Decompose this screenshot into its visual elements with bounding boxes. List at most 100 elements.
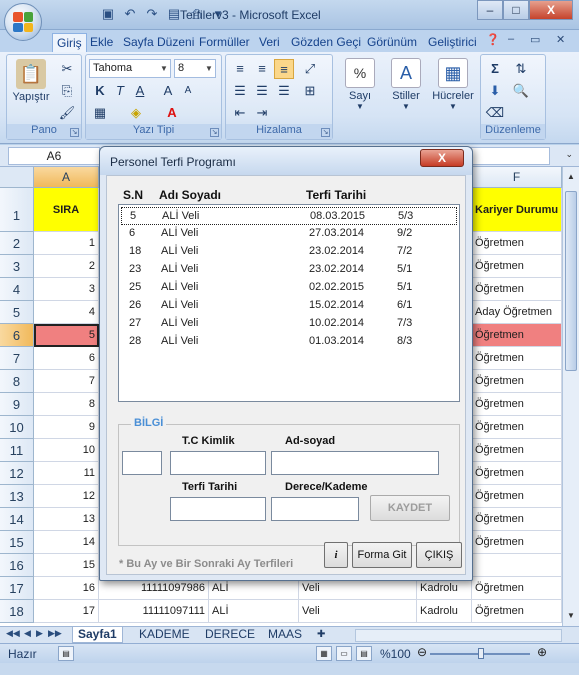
last-sheet-icon[interactable]: ▶▶ xyxy=(48,628,62,639)
sheet-tab-maas[interactable]: MAAS xyxy=(263,627,307,643)
cell-sira[interactable]: 16 xyxy=(34,577,99,600)
cell-sira[interactable]: 14 xyxy=(34,531,99,554)
dialog-close-button[interactable]: X xyxy=(420,149,464,167)
next-sheet-icon[interactable]: ▶ xyxy=(36,628,43,639)
row-header[interactable]: 2 xyxy=(0,232,34,255)
borders-icon[interactable]: ▦ xyxy=(90,103,110,123)
copy-icon[interactable]: ⎘ xyxy=(57,81,77,101)
row-header[interactable]: 6 xyxy=(0,324,34,347)
cell-sira[interactable]: 10 xyxy=(34,439,99,462)
sheet-tab-derece[interactable]: DERECE xyxy=(200,627,260,643)
cell-sira[interactable]: 9 xyxy=(34,416,99,439)
list-item[interactable]: 5 ALİ Veli 08.03.2015 5/3 xyxy=(121,207,457,225)
tc-field[interactable] xyxy=(170,451,266,475)
zoom-in-icon[interactable]: ⊕ xyxy=(534,646,550,661)
cell-sira[interactable]: 15 xyxy=(34,554,99,577)
list-item[interactable]: 27 ALİ Veli 10.02.2014 7/3 xyxy=(121,315,457,333)
cell-sira[interactable]: 6 xyxy=(34,347,99,370)
autosum-icon[interactable]: Σ xyxy=(485,59,505,79)
cell-kariyer[interactable]: Öğretmen xyxy=(472,416,562,439)
sort-filter-icon[interactable]: ⇅ xyxy=(511,59,531,79)
decrease-indent-icon[interactable]: ⇤ xyxy=(230,103,250,123)
column-header-a[interactable]: A xyxy=(34,167,99,188)
cell-kariyer[interactable]: Öğretmen xyxy=(472,255,562,278)
tab-formulas[interactable]: Formüller xyxy=(195,33,254,52)
align-center-icon[interactable]: ☰ xyxy=(252,81,272,101)
bold-button[interactable]: K xyxy=(90,81,110,101)
cell-sira[interactable]: 13 xyxy=(34,508,99,531)
align-top-icon[interactable]: ≡ xyxy=(230,59,250,79)
cell-status[interactable]: Kadrolu xyxy=(417,600,472,623)
cell-kariyer[interactable]: Öğretmen xyxy=(472,600,562,623)
cell-kariyer[interactable]: Öğretmen xyxy=(472,577,562,600)
ribbon-restore-icon[interactable]: ▭ xyxy=(530,33,540,46)
font-size-combo[interactable]: 8 ▼ xyxy=(174,59,216,78)
cell-sira[interactable]: 2 xyxy=(34,255,99,278)
align-left-icon[interactable]: ☰ xyxy=(230,81,250,101)
scroll-up-icon[interactable]: ▲ xyxy=(563,169,579,185)
increase-indent-icon[interactable]: ⇥ xyxy=(252,103,272,123)
zoom-out-icon[interactable]: ⊖ xyxy=(414,646,430,661)
cell-kariyer[interactable]: Öğretmen xyxy=(472,324,562,347)
align-bottom-icon[interactable]: ≡ xyxy=(274,59,294,79)
cell-kariyer[interactable]: Öğretmen xyxy=(472,232,562,255)
save-icon[interactable]: ▣ xyxy=(100,6,116,22)
format-painter-icon[interactable]: 🖌 xyxy=(57,103,77,123)
row-header[interactable]: 13 xyxy=(0,485,34,508)
header-cell-kariyer[interactable]: Kariyer Durumu xyxy=(472,188,562,232)
cell-kariyer[interactable]: Öğretmen xyxy=(472,485,562,508)
cell-kariyer[interactable]: Öğretmen xyxy=(472,347,562,370)
cell-kariyer[interactable] xyxy=(472,554,562,577)
fill-color-icon[interactable]: ◈ xyxy=(126,103,146,123)
row-header[interactable]: 15 xyxy=(0,531,34,554)
expand-formula-icon[interactable]: ⌄ xyxy=(565,149,573,160)
insert-sheet-icon[interactable]: ✚ xyxy=(312,627,330,643)
ribbon-close-icon[interactable]: ✕ xyxy=(556,33,565,46)
name-box[interactable]: A6 xyxy=(8,147,100,165)
horizontal-scrollbar[interactable] xyxy=(355,629,562,642)
zoom-slider[interactable] xyxy=(430,648,530,659)
column-header-f[interactable]: F xyxy=(472,167,562,188)
sn-field[interactable] xyxy=(122,451,162,475)
cell-kariyer[interactable]: Aday Öğretmen xyxy=(472,301,562,324)
cell-sira[interactable]: 5 xyxy=(34,324,99,347)
italic-button[interactable]: T xyxy=(110,81,130,101)
cell-kariyer[interactable]: Öğretmen xyxy=(472,462,562,485)
cell-kariyer[interactable]: Öğretmen xyxy=(472,278,562,301)
cell-kariyer[interactable]: Öğretmen xyxy=(472,393,562,416)
list-item[interactable]: 25 ALİ Veli 02.02.2015 5/1 xyxy=(121,279,457,297)
row-header[interactable]: 17 xyxy=(0,577,34,600)
row-header[interactable]: 3 xyxy=(0,255,34,278)
row-header[interactable]: 16 xyxy=(0,554,34,577)
row-header[interactable]: 12 xyxy=(0,462,34,485)
header-cell-sira[interactable]: SIRA xyxy=(34,188,99,232)
tab-developer[interactable]: Geliştirici xyxy=(424,33,481,52)
tab-review[interactable]: Gözden Geçi xyxy=(287,33,365,52)
cell-sira[interactable]: 3 xyxy=(34,278,99,301)
cell-sira[interactable]: 4 xyxy=(34,301,99,324)
grade-field[interactable] xyxy=(271,497,359,521)
cells-button[interactable]: ▦ Hücreler ▼ xyxy=(430,58,476,111)
cell-last-name[interactable]: Veli xyxy=(299,600,417,623)
zoom-level[interactable]: %100 xyxy=(380,647,411,661)
row-header[interactable]: 7 xyxy=(0,347,34,370)
underline-button[interactable]: A xyxy=(130,81,150,101)
minimize-button[interactable]: – xyxy=(477,0,503,20)
goto-form-button[interactable]: Forma Git xyxy=(352,542,412,568)
orientation-icon[interactable]: ⤢ xyxy=(300,59,320,79)
list-item[interactable]: 28 ALİ Veli 01.03.2014 8/3 xyxy=(121,333,457,351)
sheet-tab-kademe[interactable]: KADEME xyxy=(134,627,195,643)
clear-icon[interactable]: ⌫ xyxy=(485,103,505,123)
row-header[interactable]: 11 xyxy=(0,439,34,462)
cell-tc[interactable]: 11111097111 xyxy=(99,600,209,623)
paste-button[interactable]: 📋 Yapıştır xyxy=(11,59,51,103)
cell-kariyer[interactable]: Öğretmen xyxy=(472,531,562,554)
cell-kariyer[interactable]: Öğretmen xyxy=(472,370,562,393)
cell-sira[interactable]: 17 xyxy=(34,600,99,623)
list-item[interactable]: 26 ALİ Veli 15.02.2014 6/1 xyxy=(121,297,457,315)
row-header[interactable]: 4 xyxy=(0,278,34,301)
select-all-corner[interactable] xyxy=(0,167,34,188)
number-button[interactable]: % Sayı ▼ xyxy=(338,58,382,111)
tab-data[interactable]: Veri xyxy=(255,33,284,52)
alignment-launcher-icon[interactable]: ↘ xyxy=(321,128,330,137)
